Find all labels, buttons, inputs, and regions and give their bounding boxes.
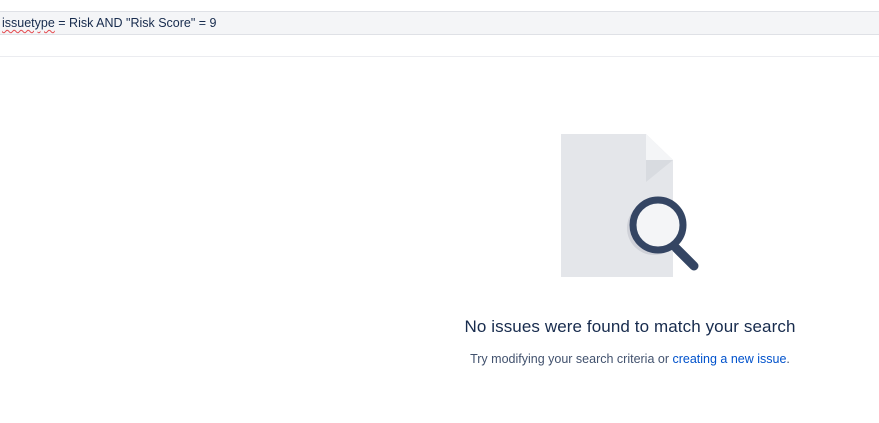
jql-query-bar[interactable]: issuetype = Risk AND "Risk Score" = 9 <box>0 11 879 35</box>
empty-state-description: Try modifying your search criteria or cr… <box>430 352 830 366</box>
results-divider <box>0 56 879 57</box>
empty-state-title: No issues were found to match your searc… <box>464 317 796 336</box>
query-keyword: issuetype <box>2 16 55 30</box>
description-suffix: . <box>786 352 790 366</box>
create-issue-link[interactable]: creating a new issue <box>672 352 786 366</box>
query-rest: = Risk AND "Risk Score" = 9 <box>54 16 217 30</box>
document-search-icon <box>560 132 705 282</box>
jql-query-input[interactable]: issuetype = Risk AND "Risk Score" = 9 <box>0 12 879 34</box>
top-strip <box>0 0 879 11</box>
description-prefix: Try modifying your search criteria or <box>470 352 673 366</box>
